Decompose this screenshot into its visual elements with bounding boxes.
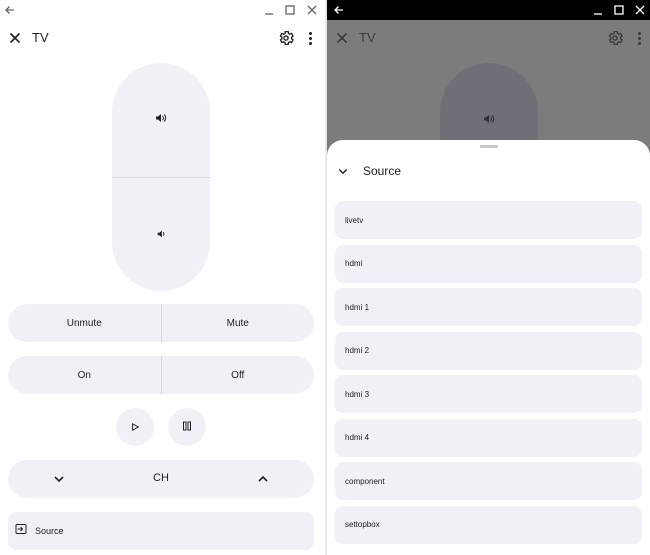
sheet-header: Source [335, 162, 401, 180]
source-button[interactable]: Source [8, 512, 314, 550]
power-control: On Off [8, 356, 314, 394]
more-vert-icon [632, 29, 646, 47]
source-option-hdmi[interactable]: hdmi [335, 244, 642, 283]
source-option-hdmi-4[interactable]: hdmi 4 [335, 418, 642, 457]
source-option-hdmi-2[interactable]: hdmi 2 [335, 331, 642, 370]
minimize-icon[interactable] [590, 2, 606, 18]
page-title: TV [32, 30, 49, 45]
source-option-livetv[interactable]: livetv [335, 201, 642, 239]
source-label: Source [35, 526, 64, 536]
maximize-icon[interactable] [282, 2, 298, 18]
remote-panel: TV Unmute Mute On Off CH Source [0, 0, 325, 555]
volume-rocker [112, 63, 210, 291]
volume-up-icon [155, 111, 167, 129]
volume-up-icon [483, 112, 495, 130]
minimize-icon[interactable] [261, 2, 277, 18]
channel-control: CH [8, 460, 314, 498]
chevron-up-icon[interactable] [255, 471, 271, 487]
mute-button[interactable]: Mute [160, 304, 315, 342]
close-icon[interactable] [632, 2, 648, 18]
source-bottom-sheet: Source livetv hdmi hdmi 1 hdmi 2 hdmi 3 … [327, 140, 650, 555]
play-button[interactable] [116, 408, 154, 446]
source-option-settopbox[interactable]: settopbox [335, 505, 642, 544]
pause-icon [182, 418, 192, 436]
close-icon[interactable] [6, 29, 24, 47]
window-titlebar [0, 0, 325, 20]
app-bar: TV [0, 22, 325, 54]
close-icon[interactable] [304, 2, 320, 18]
input-icon [15, 522, 27, 540]
close-icon [333, 29, 351, 47]
source-option-hdmi-3[interactable]: hdmi 3 [335, 375, 642, 413]
gear-icon[interactable] [277, 29, 295, 47]
arrow-left-icon[interactable] [2, 2, 18, 18]
sheet-title: Source [363, 164, 402, 178]
more-vert-icon[interactable] [303, 29, 317, 47]
volume-down-icon [156, 226, 166, 244]
maximize-icon[interactable] [611, 2, 627, 18]
source-panel: TV Source livetv hdmi hdmi 1 hdmi 2 hdmi… [327, 0, 650, 555]
volume-down-button[interactable] [112, 177, 210, 291]
arrow-left-icon[interactable] [331, 2, 347, 18]
window-titlebar [327, 0, 650, 20]
power-off-button[interactable]: Off [160, 356, 315, 394]
play-icon [131, 418, 140, 436]
app-bar: TV [327, 22, 650, 54]
unmute-button[interactable]: Unmute [8, 304, 161, 342]
power-on-button[interactable]: On [8, 356, 161, 394]
volume-up-button[interactable] [112, 63, 210, 177]
chevron-down-icon[interactable] [337, 165, 349, 177]
pause-button[interactable] [168, 408, 206, 446]
gear-icon [606, 29, 624, 47]
drag-handle[interactable] [480, 145, 498, 148]
source-option-hdmi-1[interactable]: hdmi 1 [335, 288, 642, 326]
source-option-component[interactable]: component [335, 462, 642, 500]
mute-control: Unmute Mute [8, 304, 314, 342]
page-title: TV [359, 30, 376, 45]
